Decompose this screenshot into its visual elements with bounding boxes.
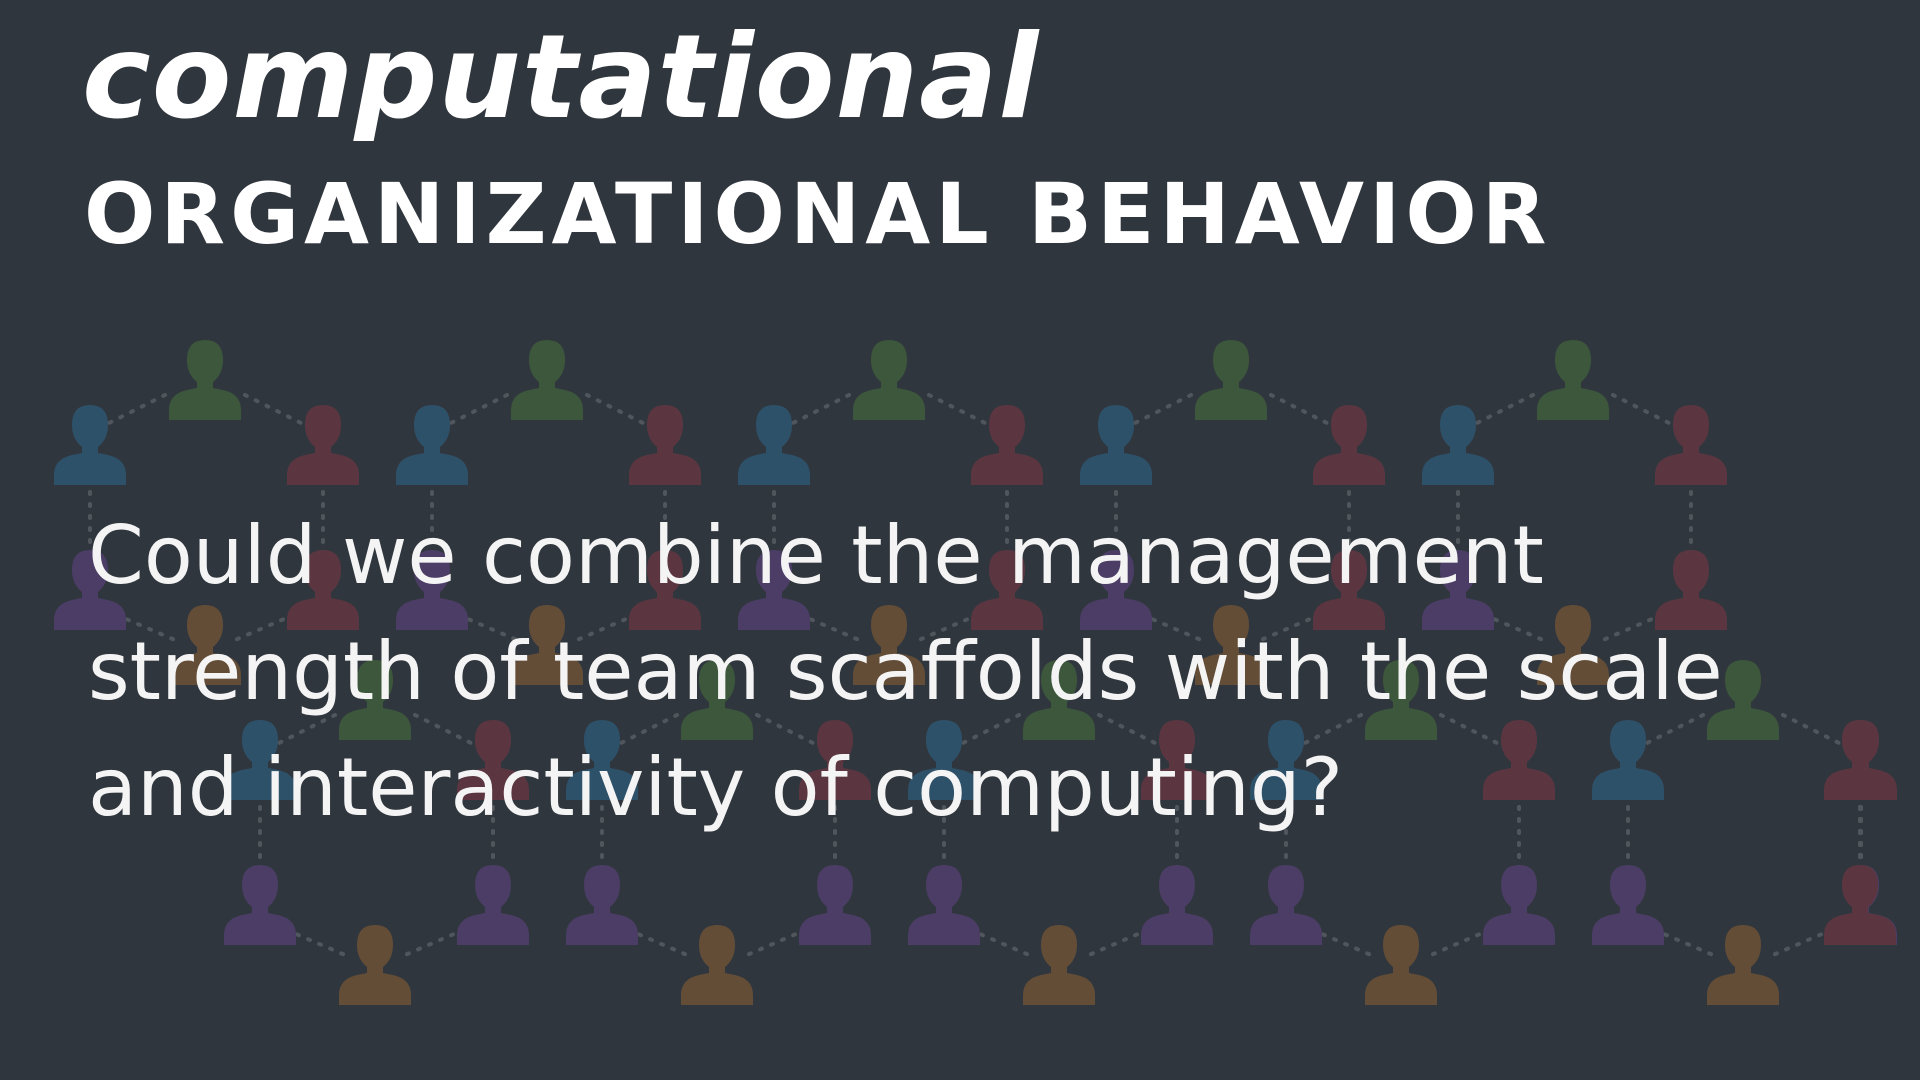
person-icon <box>566 865 638 945</box>
network-link <box>787 393 851 427</box>
person-icon <box>1537 340 1609 420</box>
title-italic: computational <box>82 10 1040 145</box>
person-icon <box>1141 865 1213 945</box>
person-icon <box>1422 405 1494 485</box>
person-icon <box>908 865 980 945</box>
person-icon <box>971 405 1043 485</box>
person-icon <box>339 925 411 1005</box>
person-icon <box>799 865 871 945</box>
person-icon <box>1592 865 1664 945</box>
person-icon <box>224 865 296 945</box>
network-link <box>585 393 649 427</box>
network-link <box>243 393 307 427</box>
person-icon <box>396 405 468 485</box>
person-icon <box>1250 865 1322 945</box>
person-icon <box>287 405 359 485</box>
person-icon <box>681 925 753 1005</box>
network-link <box>1269 393 1333 427</box>
network-link <box>445 393 509 427</box>
person-icon <box>853 340 925 420</box>
network-link <box>1129 393 1193 427</box>
person-icon <box>1483 865 1555 945</box>
network-link <box>927 393 991 427</box>
person-icon <box>629 405 701 485</box>
person-icon <box>1313 405 1385 485</box>
person-icon <box>1655 405 1727 485</box>
slide: computational ORGANIZATIONAL BEHAVIOR Co… <box>0 0 1920 1080</box>
person-icon <box>1707 925 1779 1005</box>
person-icon <box>1365 925 1437 1005</box>
person-icon <box>1023 925 1095 1005</box>
network-link <box>103 393 167 427</box>
network-link <box>1611 393 1675 427</box>
question-line-2: strength of team scaffolds with the scal… <box>88 625 1723 718</box>
person-icon <box>1195 340 1267 420</box>
network-link <box>1471 393 1535 427</box>
question-text: Could we combine the management strength… <box>88 498 1868 846</box>
person-icon <box>457 865 529 945</box>
person-icon <box>1824 865 1896 945</box>
title-caps: ORGANIZATIONAL BEHAVIOR <box>84 165 1552 263</box>
question-line-1: Could we combine the management <box>88 509 1544 602</box>
person-icon <box>738 405 810 485</box>
person-icon <box>54 405 126 485</box>
question-line-3: and interactivity of computing? <box>88 741 1344 834</box>
person-icon <box>169 340 241 420</box>
person-icon <box>1080 405 1152 485</box>
person-icon <box>511 340 583 420</box>
